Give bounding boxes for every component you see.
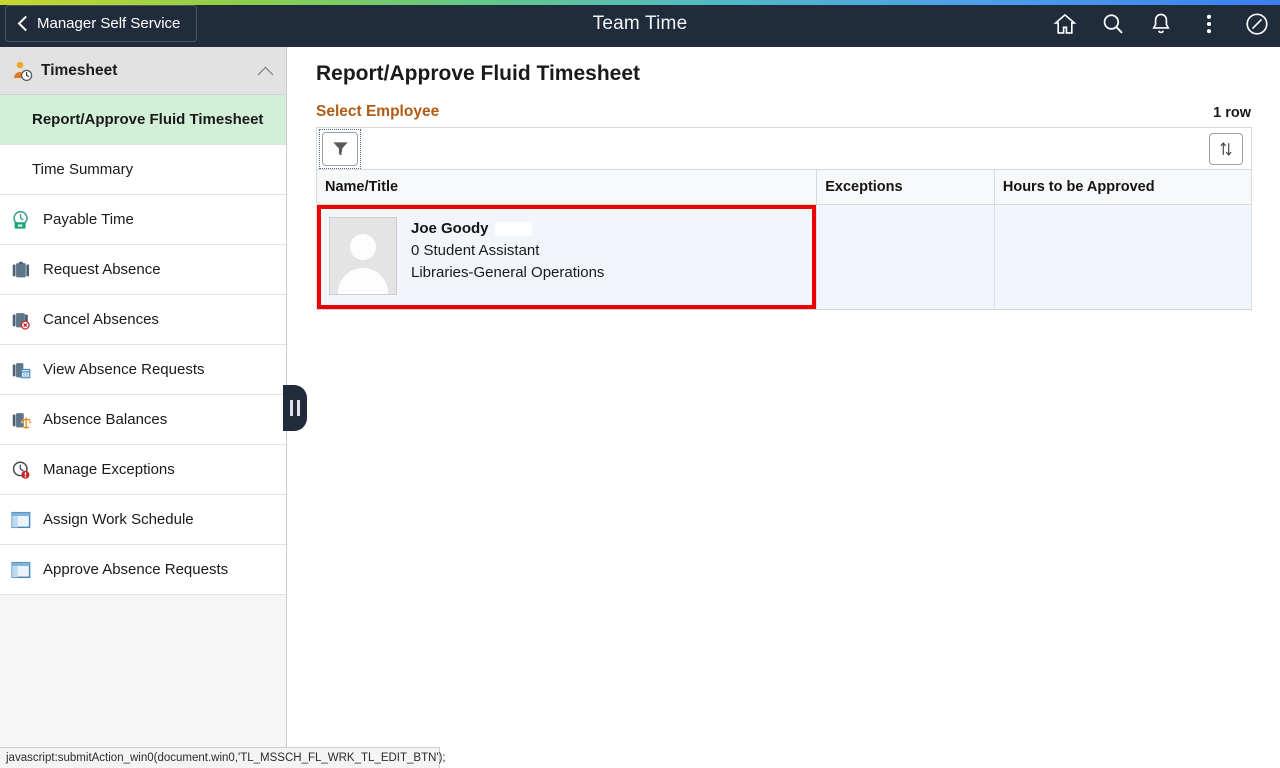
- back-button-label: Manager Self Service: [37, 15, 181, 32]
- sidebar-item-time-summary[interactable]: Time Summary: [0, 145, 286, 195]
- back-button[interactable]: Manager Self Service: [5, 5, 198, 42]
- sidebar-group-timesheet[interactable]: Timesheet: [0, 47, 286, 95]
- table-header-row: Name/Title Exceptions Hours to be Approv…: [315, 169, 1253, 205]
- employee-name-row: Joe Goody: [411, 220, 604, 237]
- sidebar-item-label: Request Absence: [43, 261, 161, 278]
- employee-photo-placeholder: [329, 217, 397, 295]
- clock-alert-icon: [12, 460, 30, 479]
- main-content: Report/Approve Fluid Timesheet Select Em…: [288, 47, 1280, 768]
- navigation-sidebar: Timesheet Report/Approve Fluid Timesheet…: [0, 47, 287, 768]
- avatar-body: [338, 268, 388, 294]
- browser-status-bar: javascript:submitAction_win0(document.wi…: [0, 747, 446, 768]
- column-header-exceptions[interactable]: Exceptions: [816, 169, 995, 205]
- sidebar-item-approve-absence-requests[interactable]: Approve Absence Requests: [0, 545, 286, 595]
- handle-bar: [290, 400, 293, 416]
- sidebar-item-absence-balances[interactable]: Absence Balances: [0, 395, 286, 445]
- filter-button-focus-ring: [319, 128, 361, 169]
- briefcase-cancel-icon: [12, 312, 30, 330]
- briefcase-balance-icon: [12, 412, 32, 428]
- employee-grid: 1 row Name/Title Exceptions Hours to be …: [315, 105, 1253, 310]
- navbar-compass-icon[interactable]: [1244, 11, 1270, 37]
- notifications-bell-icon[interactable]: [1148, 11, 1174, 37]
- sidebar-item-report-approve-fluid-timesheet[interactable]: Report/Approve Fluid Timesheet: [0, 95, 286, 145]
- sidebar-group-label: Timesheet: [41, 61, 118, 79]
- sidebar-item-label: Payable Time: [43, 211, 134, 228]
- app-header: Manager Self Service Team Time: [0, 0, 1280, 47]
- sort-button[interactable]: [1209, 132, 1243, 165]
- sidebar-item-label: Report/Approve Fluid Timesheet: [32, 111, 264, 128]
- sidebar-item-request-absence[interactable]: Request Absence: [0, 245, 286, 295]
- employee-details: Joe Goody 0 Student Assistant Libraries-…: [411, 217, 604, 281]
- redaction-block: [494, 221, 532, 236]
- section-label-select-employee: Select Employee: [316, 103, 440, 120]
- filter-button[interactable]: [322, 131, 358, 166]
- avatar-head: [350, 234, 376, 260]
- table-row: Joe Goody 0 Student Assistant Libraries-…: [315, 204, 1253, 310]
- handle-bar: [297, 400, 300, 416]
- sidebar-item-label: Assign Work Schedule: [43, 511, 194, 528]
- chevron-left-icon: [18, 16, 28, 32]
- sidebar-item-label: View Absence Requests: [43, 361, 205, 378]
- briefcase-calendar-icon: [12, 362, 31, 378]
- chevron-up-icon[interactable]: [258, 66, 274, 76]
- sidebar-item-view-absence-requests[interactable]: View Absence Requests: [0, 345, 286, 395]
- payable-time-icon: [13, 210, 28, 229]
- cell-exceptions: [816, 204, 995, 310]
- header-icon-bar: [1052, 0, 1270, 47]
- application-window: Manager Self Service Team Time Timesheet…: [0, 0, 1280, 768]
- window-panel-icon: [11, 511, 31, 528]
- cell-hours-to-be-approved: [993, 204, 1253, 310]
- sort-arrows-icon: [1220, 141, 1232, 156]
- employee-table: Name/Title Exceptions Hours to be Approv…: [315, 169, 1253, 310]
- window-panel-icon: [11, 561, 31, 578]
- sidebar-item-label: Absence Balances: [43, 411, 168, 428]
- cell-name-title: Joe Goody 0 Student Assistant Libraries-…: [315, 204, 817, 310]
- sidebar-item-label: Cancel Absences: [43, 311, 159, 328]
- sidebar-item-label: Manage Exceptions: [43, 461, 175, 478]
- actions-list-icon[interactable]: [1196, 11, 1222, 37]
- grid-toolbar: 1 row: [316, 105, 1252, 169]
- briefcase-icon: [12, 261, 30, 277]
- employee-department: Libraries-General Operations: [411, 264, 605, 281]
- column-header-name-title[interactable]: Name/Title: [315, 169, 817, 205]
- employee-title: 0 Student Assistant: [411, 242, 540, 259]
- sidebar-item-payable-time[interactable]: Payable Time: [0, 195, 286, 245]
- row-count-label: 1 row: [1213, 105, 1251, 121]
- sidebar-item-assign-work-schedule[interactable]: Assign Work Schedule: [0, 495, 286, 545]
- person-clock-icon: [14, 61, 33, 81]
- filter-funnel-icon: [332, 142, 348, 155]
- column-header-hours-to-be-approved[interactable]: Hours to be Approved: [993, 169, 1253, 205]
- employee-name: Joe Goody: [411, 220, 489, 237]
- search-icon[interactable]: [1100, 11, 1126, 37]
- sidebar-item-label: Time Summary: [32, 161, 134, 178]
- brand-gradient-strip: [0, 0, 1280, 5]
- sidebar-item-cancel-absences[interactable]: Cancel Absences: [0, 295, 286, 345]
- sidebar-item-manage-exceptions[interactable]: Manage Exceptions: [0, 445, 286, 495]
- employee-select-button[interactable]: Joe Goody 0 Student Assistant Libraries-…: [317, 205, 817, 309]
- panel-collapse-handle[interactable]: [283, 385, 307, 431]
- page-title: Report/Approve Fluid Timesheet: [316, 62, 640, 85]
- home-icon[interactable]: [1052, 11, 1078, 37]
- sidebar-item-label: Approve Absence Requests: [43, 561, 229, 578]
